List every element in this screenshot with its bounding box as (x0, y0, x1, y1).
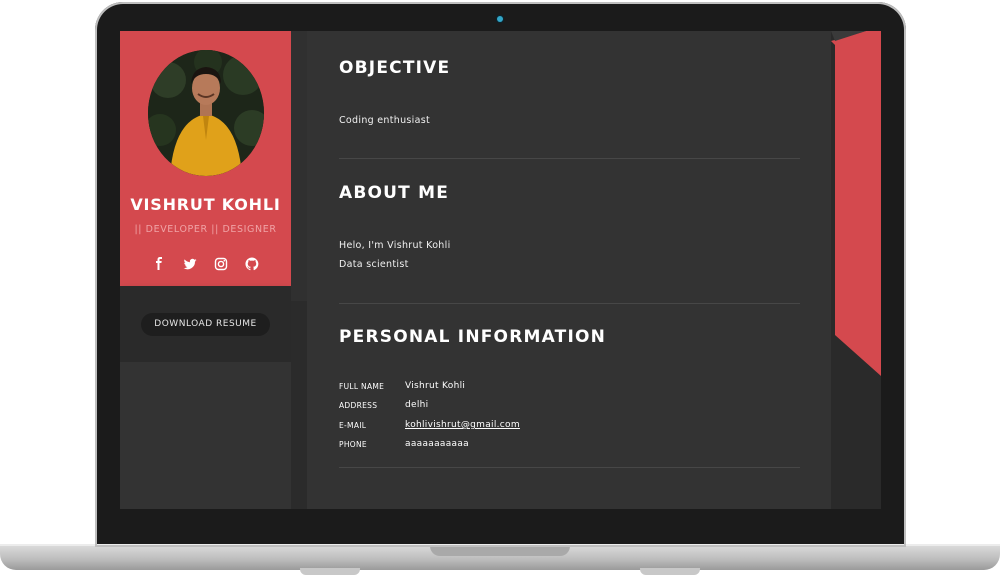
laptop-foot-left (300, 568, 360, 575)
laptop-bezel-edge (95, 2, 906, 547)
laptop-foot-right (640, 568, 700, 575)
laptop-notch (430, 546, 570, 556)
